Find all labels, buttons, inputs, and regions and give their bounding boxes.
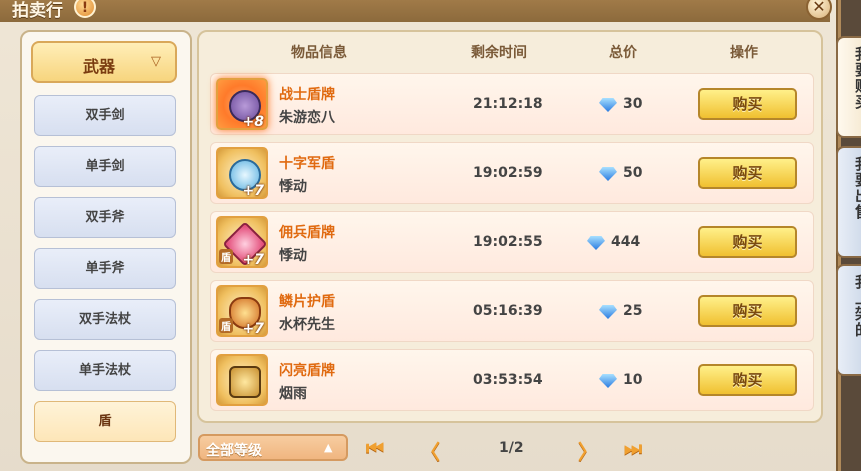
item-name: 十字军盾	[279, 156, 335, 172]
category-panel: 武器 ▽ 双手剑 单手剑 双手斧 单手斧 双手法杖 单手法杖 盾	[20, 30, 192, 464]
diamond-icon	[587, 236, 605, 250]
column-header-price: 总价	[609, 45, 637, 61]
remaining-time: 19:02:55	[473, 234, 543, 250]
category-item-selected[interactable]: 盾	[34, 401, 176, 442]
diamond-icon	[599, 98, 617, 112]
side-tabs: 我要购买 我要出售 我上架的	[836, 36, 861, 471]
shiny-shield-icon	[229, 366, 261, 398]
item-name: 闪亮盾牌	[279, 363, 335, 379]
seller-name: 水杯先生	[279, 317, 335, 333]
page-indicator: 1/2	[499, 440, 524, 456]
diamond-icon	[599, 305, 617, 319]
level-filter-label: 全部等级	[206, 443, 262, 459]
buy-button[interactable]: 购买	[698, 295, 797, 327]
window-title: 拍卖行	[12, 1, 63, 21]
seller-name: 悸动	[279, 179, 307, 195]
category-item[interactable]: 双手斧	[34, 197, 176, 238]
column-header-action: 操作	[730, 45, 758, 61]
buy-button[interactable]: 购买	[698, 364, 797, 396]
seller-name: 朱游恋八	[279, 110, 335, 126]
buy-button[interactable]: 购买	[698, 226, 797, 258]
remaining-time: 05:16:39	[473, 303, 543, 319]
listing-row: 闪亮盾牌 烟雨 03:53:54 10 购买	[210, 349, 814, 411]
seller-name: 烟雨	[279, 386, 307, 402]
diamond-icon	[599, 167, 617, 181]
prev-page-icon[interactable]: 〈	[420, 436, 440, 465]
listing-row: 盾 +7 鳞片护盾 水杯先生 05:16:39 25 购买	[210, 280, 814, 342]
listing-row: +7 十字军盾 悸动 19:02:59 50 购买	[210, 142, 814, 204]
price: 30	[623, 96, 643, 112]
item-name: 佣兵盾牌	[279, 225, 335, 241]
price: 50	[623, 165, 643, 181]
tab-buy[interactable]: 我要购买	[836, 36, 861, 138]
column-header-item: 物品信息	[291, 45, 347, 61]
tab-my-listings[interactable]: 我上架的	[836, 264, 861, 376]
last-page-icon[interactable]: ⏭	[624, 436, 642, 460]
seller-name: 悸动	[279, 248, 307, 264]
buy-button[interactable]: 购买	[698, 157, 797, 189]
category-item[interactable]: 单手剑	[34, 146, 176, 187]
category-item[interactable]: 单手法杖	[34, 350, 176, 391]
help-icon[interactable]: !	[74, 0, 96, 18]
column-header-time: 剩余时间	[471, 45, 527, 61]
listing-row: 盾 +7 佣兵盾牌 悸动 19:02:55 444 购买	[210, 211, 814, 273]
enhance-level: +7	[242, 321, 264, 337]
category-item[interactable]: 双手剑	[34, 95, 176, 136]
category-item[interactable]: 单手斧	[34, 248, 176, 289]
price: 25	[623, 303, 643, 319]
first-page-icon[interactable]: ⏮	[366, 436, 384, 460]
remaining-time: 21:12:18	[473, 96, 543, 112]
remaining-time: 19:02:59	[473, 165, 543, 181]
listing-panel: 物品信息 剩余时间 总价 操作 +8 战士盾牌 朱游恋八 21:12:18 30…	[197, 30, 823, 423]
shield-item-icon[interactable]: +8	[216, 78, 268, 130]
shield-tag: 盾	[219, 318, 233, 333]
category-dropdown-label: 武器	[83, 57, 116, 76]
buy-button[interactable]: 购买	[698, 88, 797, 120]
enhance-level: +8	[242, 114, 264, 130]
enhance-level: +7	[242, 183, 264, 199]
tab-sell[interactable]: 我要出售	[836, 146, 861, 258]
shield-item-icon[interactable]: 盾 +7	[216, 216, 268, 268]
item-name: 鳞片护盾	[279, 294, 335, 310]
shield-item-icon[interactable]	[216, 354, 268, 406]
remaining-time: 03:53:54	[473, 372, 543, 388]
category-item[interactable]: 双手法杖	[34, 299, 176, 340]
enhance-level: +7	[242, 252, 264, 268]
price: 10	[623, 372, 643, 388]
title-bar: 拍卖行 !	[0, 0, 830, 22]
listing-row: +8 战士盾牌 朱游恋八 21:12:18 30 购买	[210, 73, 814, 135]
category-dropdown[interactable]: 武器 ▽	[31, 41, 177, 83]
diamond-icon	[599, 374, 617, 388]
chevron-up-icon: ▲	[324, 441, 333, 454]
shield-tag: 盾	[219, 249, 233, 264]
item-name: 战士盾牌	[279, 87, 335, 103]
shield-item-icon[interactable]: +7	[216, 147, 268, 199]
chevron-down-icon: ▽	[151, 54, 161, 69]
next-page-icon[interactable]: 〉	[578, 436, 598, 465]
price: 444	[611, 234, 641, 250]
shield-item-icon[interactable]: 盾 +7	[216, 285, 268, 337]
level-filter-dropdown[interactable]: 全部等级 ▲	[198, 434, 348, 461]
